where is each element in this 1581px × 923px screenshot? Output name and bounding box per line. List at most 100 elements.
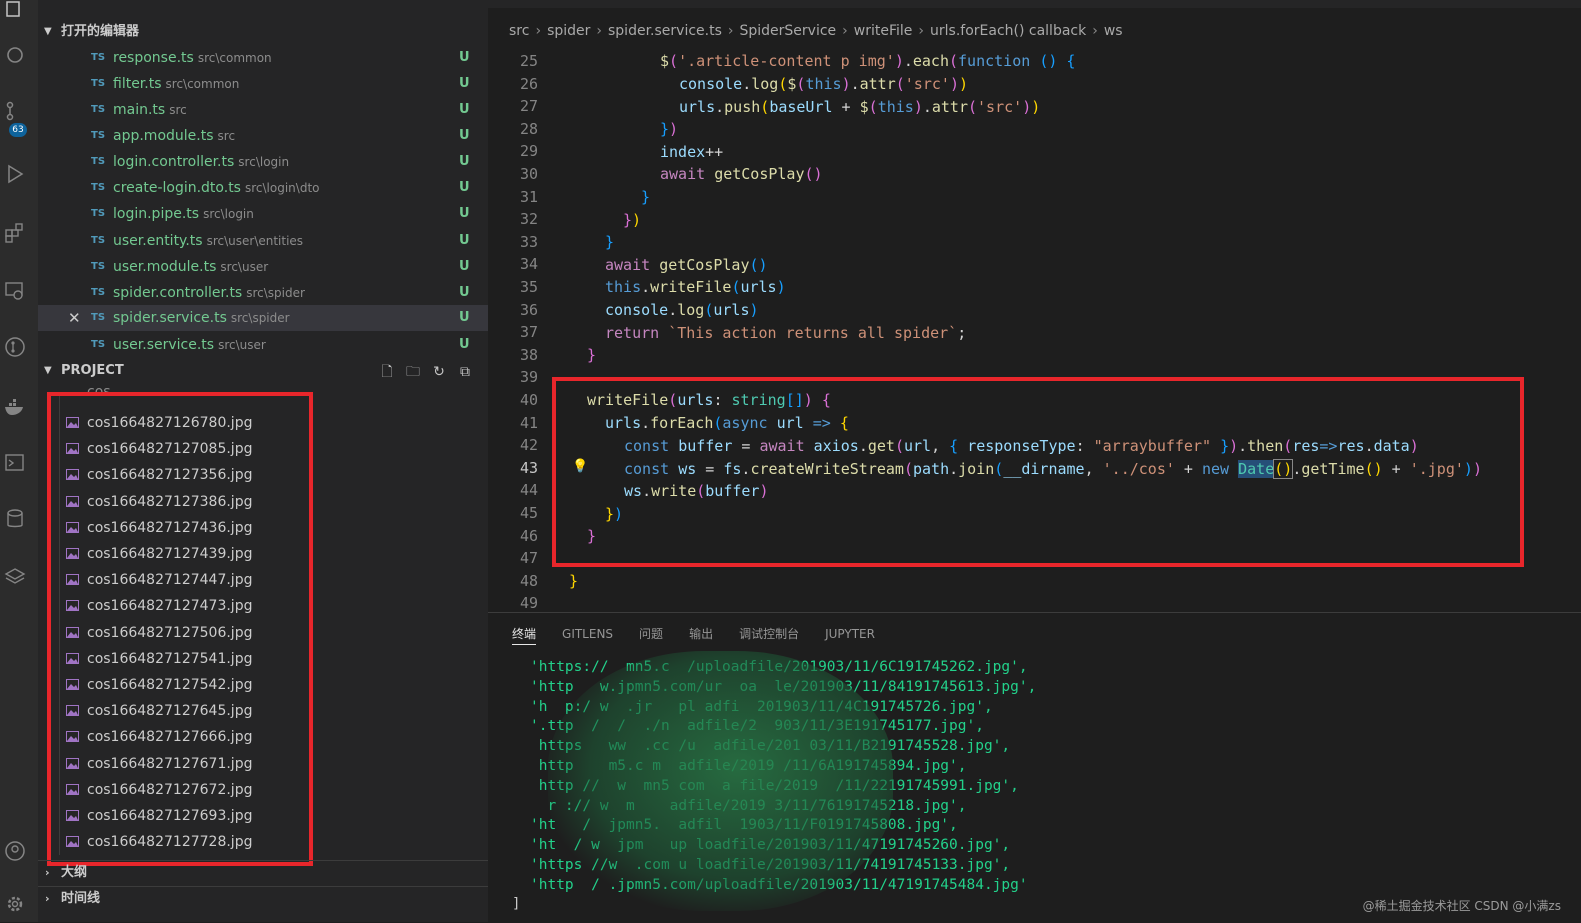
chevron-down-icon: ▼ [44, 365, 52, 376]
line-number: 37 [519, 323, 538, 342]
new-folder-icon[interactable]: 🗀 [402, 361, 424, 383]
account-icon[interactable] [4, 840, 26, 862]
file-dir: src [169, 103, 187, 117]
tab-strip [488, 0, 1581, 8]
open-editor-item[interactable]: ✕ TS spider.service.ts src\spider U [38, 305, 488, 331]
file-name: user.entity.ts [113, 233, 203, 249]
line-number: 47 [519, 549, 538, 568]
explorer-icon[interactable] [4, 0, 26, 22]
line-number: 28 [519, 119, 538, 138]
open-editor-item[interactable]: TS filter.ts src\common U [38, 71, 488, 97]
file-dir: src\common [165, 77, 240, 91]
file-name: user.service.ts [113, 337, 215, 353]
open-editor-item[interactable]: TS spider.controller.ts src\spider U [38, 280, 488, 306]
panel-tab[interactable]: JUPYTER [825, 627, 875, 641]
line-number: 44 [519, 481, 538, 500]
chevron-right-icon: › [918, 23, 924, 39]
file-name: login.controller.ts [113, 154, 235, 170]
file-dir: src\user [220, 260, 269, 274]
terminal-icon[interactable] [4, 452, 26, 474]
editor-area: src › spider › spider.service.ts › SpiderServi… [488, 0, 1581, 923]
extensions-icon[interactable] [4, 222, 26, 244]
docker-icon[interactable] [4, 396, 26, 418]
source-control-icon[interactable] [4, 100, 26, 122]
open-editor-item[interactable]: TS login.controller.ts src\login U [38, 149, 488, 175]
database-icon[interactable] [4, 508, 26, 530]
open-editor-item[interactable]: TS user.entity.ts src\user\entities U [38, 228, 488, 254]
file-dir: src\common [197, 51, 272, 65]
file-name: spider.service.ts [113, 310, 227, 326]
typescript-icon: TS [91, 261, 106, 272]
file-dir: src [217, 129, 236, 143]
panel-tab[interactable]: 问题 [639, 627, 663, 641]
line-number: 43 [519, 458, 538, 477]
line-number: 42 [519, 436, 538, 455]
status-untracked: U [459, 259, 470, 274]
typescript-icon: TS [91, 104, 106, 115]
open-editor-item[interactable]: TS user.service.ts src\user U [38, 332, 488, 358]
collapse-all-icon[interactable]: ⧉ [454, 361, 476, 383]
layers-icon[interactable] [4, 566, 26, 588]
breadcrumb-item[interactable]: spider [547, 23, 590, 39]
refresh-icon[interactable]: ↻ [428, 361, 450, 383]
search-icon[interactable] [4, 45, 26, 67]
open-editor-item[interactable]: TS login.pipe.ts src\login U [38, 201, 488, 227]
file-dir: src\user\entities [206, 234, 304, 248]
line-number: 48 [519, 571, 538, 590]
file-dir: src\login [203, 207, 254, 221]
breadcrumb-item[interactable]: urls.forEach() callback [930, 23, 1086, 39]
typescript-icon: TS [91, 339, 106, 350]
panel-tab[interactable]: 终端 [512, 627, 537, 645]
open-editor-item[interactable]: TS main.ts src U [38, 97, 488, 123]
breadcrumb-item[interactable]: writeFile [854, 23, 913, 39]
file-dir: src\login\dto [244, 181, 320, 195]
breadcrumb: src › spider › spider.service.ts › SpiderServi… [507, 18, 1125, 44]
typescript-icon: TS [91, 156, 106, 167]
highlight-box-files [47, 392, 313, 866]
file-name: filter.ts [113, 76, 162, 92]
breadcrumb-item[interactable]: SpiderService [739, 23, 836, 39]
outline-header[interactable]: › 大纲 [38, 860, 488, 885]
bottom-panel: 终端GITLENS问题输出调试控制台JUPYTER 'https:// mn5.… [488, 612, 1581, 923]
typescript-icon: TS [91, 52, 106, 63]
settings-gear-icon[interactable] [4, 893, 26, 915]
file-dir: src\spider [246, 286, 305, 300]
file-name: login.pipe.ts [113, 206, 200, 222]
run-debug-icon[interactable] [4, 163, 26, 185]
open-editor-item[interactable]: TS response.ts src\common U [38, 45, 488, 71]
open-editors-header[interactable]: ▼ 打开的编辑器 [38, 19, 488, 45]
remote-explorer-icon[interactable] [4, 280, 26, 302]
open-editor-item[interactable]: TS app.module.ts src U [38, 123, 488, 149]
timeline-header[interactable]: › 时间线 [38, 886, 488, 911]
breadcrumb-item[interactable]: src [509, 23, 529, 39]
breadcrumb-item[interactable]: ws [1104, 23, 1123, 39]
chevron-right-icon: › [1092, 23, 1098, 39]
breadcrumb-item[interactable]: spider.service.ts [608, 23, 722, 39]
source-control-badge: 63 [9, 123, 27, 137]
project-actions: 🗋 🗀 ↻ ⧉ [376, 361, 486, 383]
new-file-icon[interactable]: 🗋 [376, 361, 398, 383]
close-icon[interactable]: ✕ [68, 305, 81, 331]
line-number: 32 [519, 210, 538, 229]
chevron-right-icon: › [45, 892, 50, 905]
status-untracked: U [459, 154, 470, 169]
terminal-line: ] [512, 896, 521, 912]
chevron-right-icon: › [842, 23, 848, 39]
explorer-sidebar: ▼ 打开的编辑器 TS response.ts src\common U TS filte… [38, 0, 488, 922]
line-number: 29 [519, 142, 538, 161]
status-untracked: U [459, 128, 470, 143]
line-number: 26 [519, 74, 538, 93]
panel-tab[interactable]: 输出 [689, 627, 713, 641]
highlight-box-code [552, 377, 1524, 567]
file-name: create-login.dto.ts [113, 180, 241, 196]
typescript-icon: TS [91, 287, 106, 298]
chevron-right-icon: › [535, 23, 542, 39]
line-number: 40 [519, 391, 538, 409]
panel-tab[interactable]: 调试控制台 [739, 627, 799, 641]
open-editor-item[interactable]: TS create-login.dto.ts src\login\dto U [38, 175, 488, 201]
open-editor-item[interactable]: TS user.module.ts src\user U [38, 254, 488, 280]
typescript-icon: TS [91, 78, 106, 89]
git-graph-icon[interactable] [4, 336, 26, 358]
panel-tab[interactable]: GITLENS [562, 627, 613, 641]
typescript-icon: TS [91, 312, 106, 323]
